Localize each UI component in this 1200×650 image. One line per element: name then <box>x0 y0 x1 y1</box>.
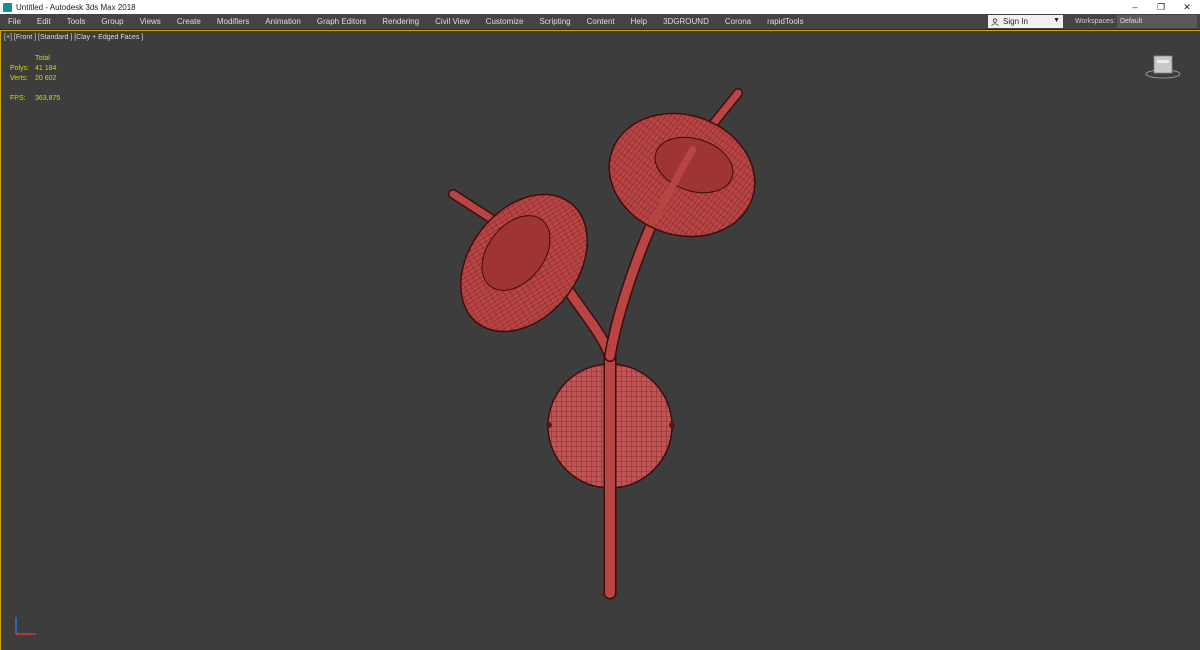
plate-screw-left <box>546 422 552 428</box>
menu-rendering[interactable]: Rendering <box>374 14 427 29</box>
menu-group[interactable]: Group <box>93 14 131 29</box>
workspaces-label: Workspaces: <box>1075 18 1116 25</box>
menu-animation[interactable]: Animation <box>257 14 309 29</box>
menu-bar: File Edit Tools Group Views Create Modif… <box>0 14 1200 30</box>
right-branch <box>605 216 658 361</box>
fps-value: 363,875 <box>35 95 61 102</box>
user-icon <box>991 17 999 26</box>
restore-button[interactable]: ❐ <box>1148 0 1174 14</box>
menu-customize[interactable]: Customize <box>478 14 532 29</box>
viewport-label[interactable]: [+] [Front ] [Standard ] [Clay + Edged F… <box>4 34 143 41</box>
sign-in-button[interactable]: Sign In ▼ <box>988 15 1063 28</box>
chevron-down-icon: ▼ <box>1053 17 1060 24</box>
close-button[interactable]: ✕ <box>1174 0 1200 14</box>
menu-scripting[interactable]: Scripting <box>531 14 578 29</box>
menu-graph-editors[interactable]: Graph Editors <box>309 14 374 29</box>
menu-views[interactable]: Views <box>132 14 169 29</box>
menu-modifiers[interactable]: Modifiers <box>209 14 257 29</box>
3dsmax-app-icon[interactable] <box>3 2 12 12</box>
menu-3dground[interactable]: 3DGROUND <box>655 14 717 29</box>
menu-help[interactable]: Help <box>623 14 655 29</box>
menu-content[interactable]: Content <box>579 14 623 29</box>
polys-value: 41 184 <box>35 65 57 72</box>
menu-rapidtools[interactable]: rapidTools <box>759 14 811 29</box>
verts-value: 20 602 <box>35 75 57 82</box>
menu-corona[interactable]: Corona <box>717 14 759 29</box>
viewcube-icon[interactable] <box>1145 53 1181 79</box>
menu-tools[interactable]: Tools <box>59 14 94 29</box>
menu-edit[interactable]: Edit <box>29 14 59 29</box>
sign-in-label: Sign In <box>1003 17 1028 26</box>
plate-screw-right <box>669 422 675 428</box>
stats-total-header: Total <box>35 55 50 62</box>
verts-label: Verts: <box>10 75 28 82</box>
menu-file[interactable]: File <box>0 14 29 29</box>
menu-civil-view[interactable]: Civil View <box>427 14 478 29</box>
title-bar: Untitled - Autodesk 3ds Max 2018 – ❐ ✕ <box>0 0 1200 14</box>
axis-tripod-icon <box>15 617 36 635</box>
viewport-scene <box>435 88 771 600</box>
fps-label: FPS: <box>10 95 26 102</box>
menu-create[interactable]: Create <box>169 14 209 29</box>
front-viewport[interactable]: [+] [Front ] [Standard ] [Clay + Edged F… <box>0 30 1200 650</box>
polys-label: Polys: <box>10 65 30 72</box>
minimize-button[interactable]: – <box>1122 0 1148 14</box>
workspace-value: Default <box>1120 18 1143 25</box>
window-title: Untitled - Autodesk 3ds Max 2018 <box>16 2 136 12</box>
lamp-model[interactable] <box>435 88 771 600</box>
workspace-select[interactable]: Default <box>1117 15 1197 28</box>
window-controls: – ❐ ✕ <box>1122 0 1200 14</box>
